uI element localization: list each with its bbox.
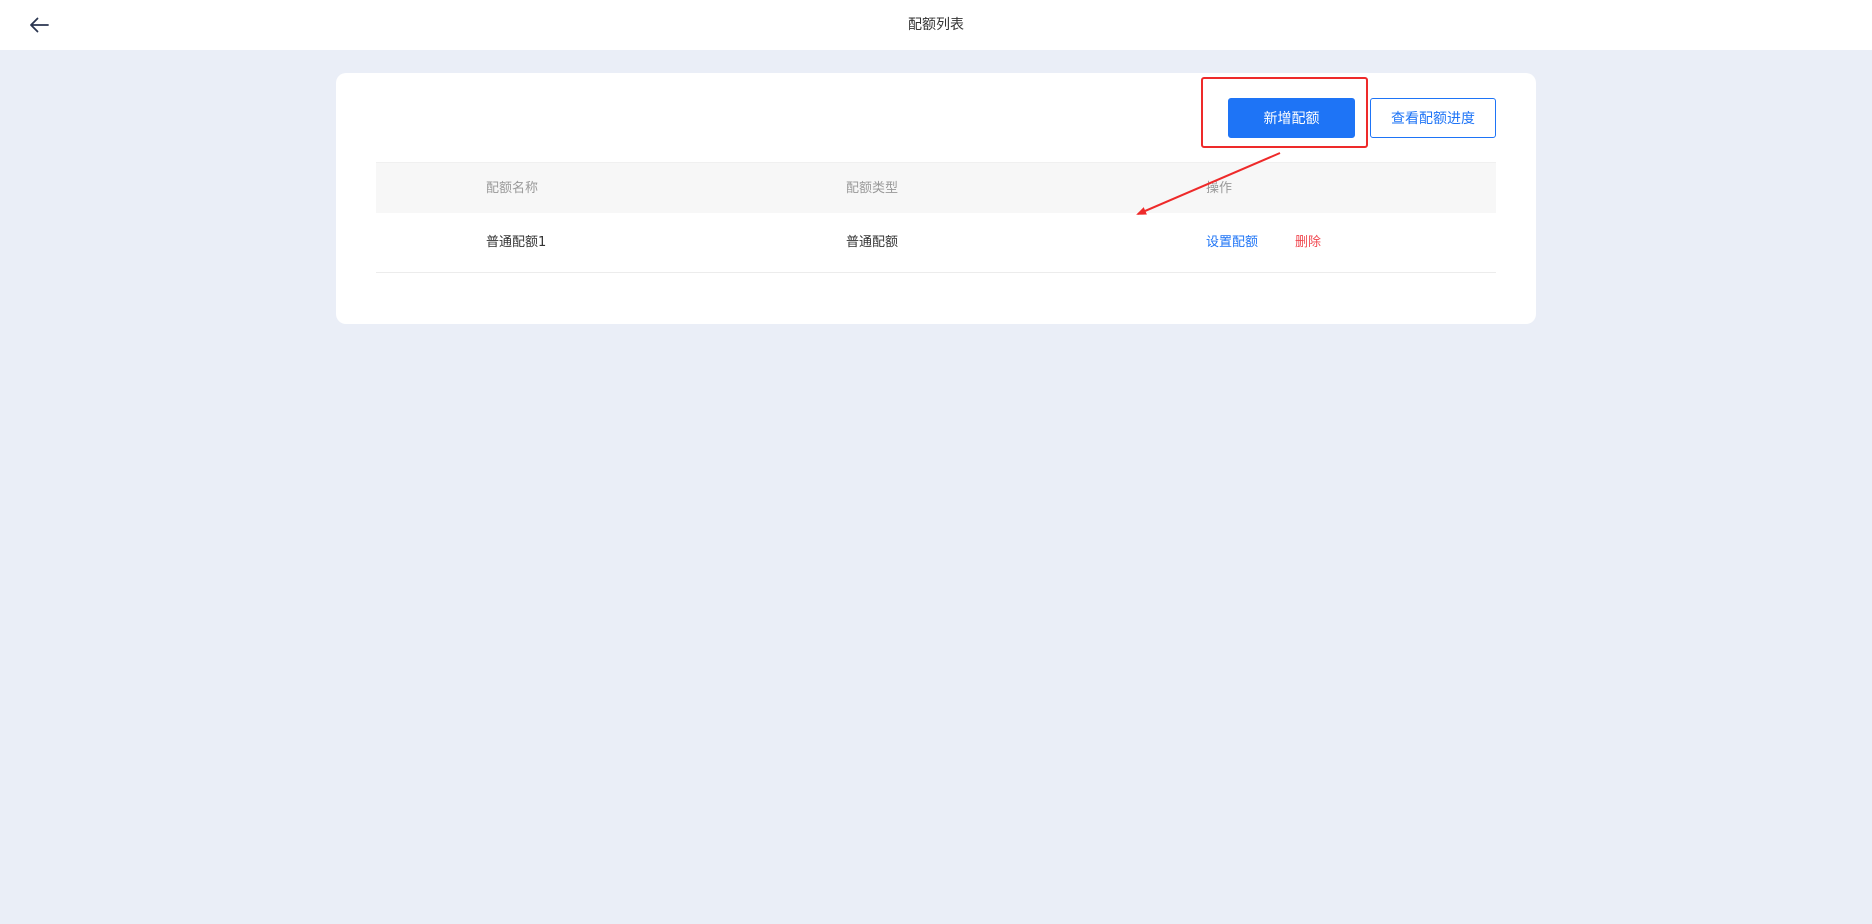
table-row: 普通配额1 普通配额 设置配额 删除 (376, 213, 1496, 273)
delete-quota-link[interactable]: 删除 (1295, 213, 1321, 273)
quota-table: 配额名称 配额类型 操作 普通配额1 普通配额 设置配额 删除 (376, 162, 1496, 273)
top-bar: 配额列表 (0, 0, 1872, 50)
set-quota-link[interactable]: 设置配额 (1206, 213, 1258, 273)
arrow-left-icon (30, 17, 49, 33)
column-header-type: 配额类型 (846, 181, 899, 196)
quota-type-cell: 普通配额 (846, 235, 899, 250)
column-header-actions: 操作 (1206, 181, 1233, 196)
column-header-name: 配额名称 (486, 181, 539, 196)
quota-list-card: 新增配额 查看配额进度 配额名称 配额类型 操作 普通配额1 普通配额 设置配额… (336, 73, 1536, 324)
quota-name-cell: 普通配额1 (486, 235, 547, 250)
table-header: 配额名称 配额类型 操作 (376, 162, 1496, 213)
add-quota-button[interactable]: 新增配额 (1228, 98, 1355, 138)
page-title: 配额列表 (908, 17, 964, 33)
back-button[interactable] (26, 12, 52, 38)
view-quota-progress-button[interactable]: 查看配额进度 (1370, 98, 1496, 138)
